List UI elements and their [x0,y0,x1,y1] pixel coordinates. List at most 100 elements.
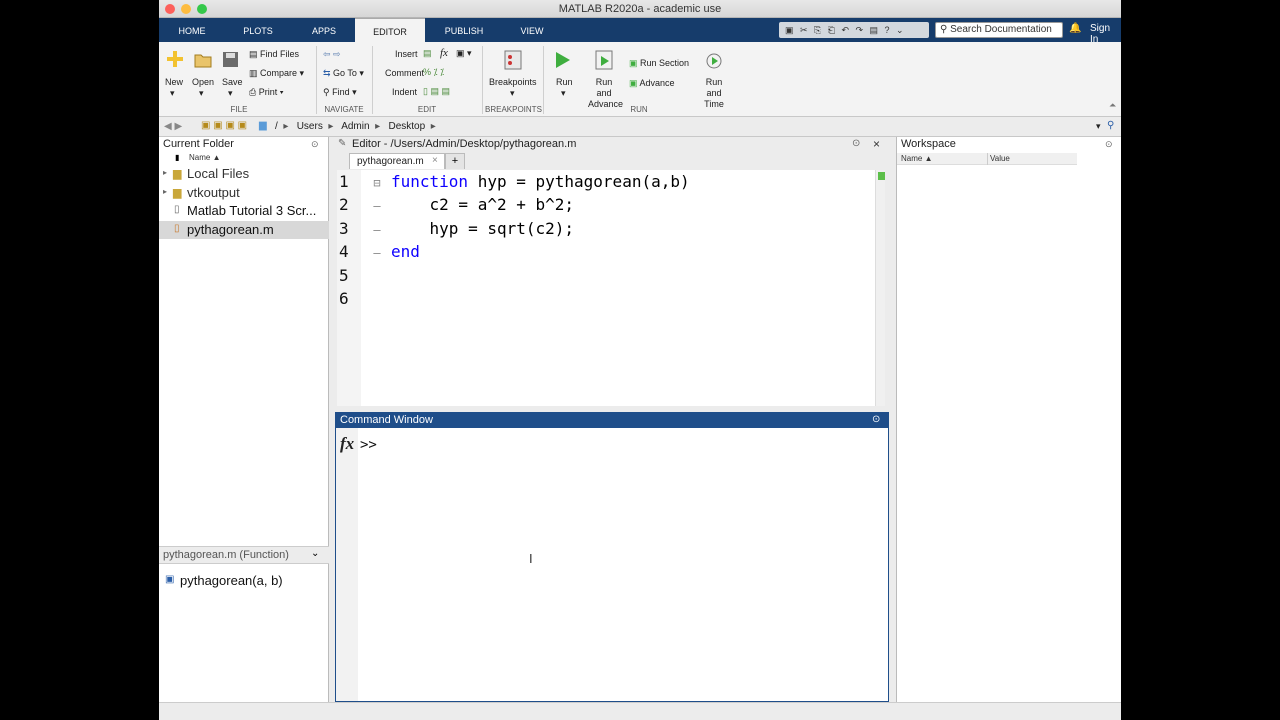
advance-icon: ▣ [629,78,640,88]
open-button[interactable]: Open [192,77,214,87]
column-header-value[interactable]: Value [990,154,1010,163]
breadcrumb-root[interactable]: / [275,121,278,132]
list-item-selected[interactable]: ▯ pythagorean.m [159,221,329,239]
breakpoints-button[interactable]: Breakpoints [489,77,537,87]
compare-button[interactable]: ▥ Compare ▾ [249,68,304,79]
tab-editor[interactable]: EDITOR [355,18,425,42]
editor-scrollbar[interactable] [875,170,885,406]
minimize-window-button[interactable] [181,4,191,14]
command-gutter [336,428,358,701]
current-folder-panel: Current Folder ⊙ ▮ Name ▲ ▸ ▆ Local File… [159,137,329,702]
code-line[interactable]: 3– hyp = sqrt(c2); [337,217,877,240]
comment-icon[interactable]: % ⁒ ⁒ [423,67,444,78]
advance-button[interactable]: ▣ Advance [629,78,675,89]
breadcrumb: / ▸ Users ▸ Admin ▸ Desktop ▸ [275,121,436,132]
folder-icon: ▆ [173,168,182,180]
comment-button[interactable]: Comment [385,68,424,78]
close-icon[interactable]: × [873,137,880,151]
find-button[interactable]: ⚲ Find ▾ [323,87,357,98]
go-to-button[interactable]: ⇆ Go To ▾ [323,68,364,79]
run-dropdown-icon[interactable]: ▾ [561,88,566,99]
tab-plots[interactable]: PLOTS [233,18,283,42]
code-line[interactable]: 1 ⊟ function hyp = pythagorean(a,b) [337,170,877,193]
list-item[interactable]: ▸ ▆ vtkoutput [159,184,329,202]
file-icon: ▯ [174,204,180,215]
code-area[interactable]: 1 ⊟ function hyp = pythagorean(a,b) 2– c2 … [337,170,885,406]
code-analyzer-indicator[interactable] [878,172,885,180]
command-window[interactable]: Command Window ⊙ fx >> I [335,412,889,702]
breadcrumb-users[interactable]: Users [297,121,323,132]
list-item[interactable]: ▯ Matlab Tutorial 3 Scr... [159,202,329,220]
code-line[interactable]: 6 [337,287,877,310]
tab-close-icon[interactable]: × [432,155,438,166]
indent-button[interactable]: Indent [392,87,417,97]
close-window-button[interactable] [165,4,175,14]
editor-tab-pythagorean[interactable]: pythagorean.m × [349,153,445,169]
navigate-group-label: NAVIGATE [324,105,364,114]
save-button[interactable]: Save [222,77,243,87]
details-function-signature[interactable]: pythagorean(a, b) [180,573,283,588]
folder-search-icon[interactable]: ⚲ [1107,120,1114,131]
back-forward-nav-icon[interactable]: ◀ ▶ [164,121,182,132]
insert-function-icon[interactable]: fx [440,47,448,59]
details-header[interactable]: pythagorean.m (Function) ⌄ [159,546,329,564]
search-icon: ⚲ [940,24,948,35]
compare-icon: ▥ [249,68,261,78]
command-window-menu-icon[interactable]: ⊙ [872,414,880,425]
breadcrumb-desktop[interactable]: Desktop [388,121,425,132]
insert-section-icon[interactable]: ▤ [423,48,432,59]
folder-icon: ▆ [259,120,267,131]
window-title: MATLAB R2020a - academic use [558,3,722,15]
command-prompt: >> [360,437,377,453]
save-icon [223,52,238,67]
code-line[interactable]: 2– c2 = a^2 + b^2; [337,193,877,216]
editor-menu-icon[interactable]: ⊙ [852,138,860,149]
run-and-advance-icon [595,50,613,70]
find-files-button[interactable]: ▤ Find Files [249,49,299,60]
run-icon [556,52,570,68]
collapse-ribbon-icon[interactable]: ⏶ [1109,100,1116,111]
run-group-label: RUN [630,105,648,114]
search-placeholder: Search Documentation [950,24,1052,35]
quick-access-toolbar[interactable]: ▣ ✂ ⎘ ⎗ ↶ ↷ ▤ ? ⌄ [779,22,929,38]
chevron-down-icon[interactable]: ⌄ [311,548,319,559]
back-forward-icon[interactable]: ⇦ ⇨ [323,49,341,60]
folder-nav-icons[interactable]: ▣ ▣ ▣ ▣ [201,120,247,131]
new-tab-button[interactable]: + [445,153,465,169]
tab-publish[interactable]: PUBLISH [437,18,491,42]
column-header-name[interactable]: Name ▲ [901,154,932,163]
new-dropdown-icon[interactable]: ▾ [170,88,175,99]
insert-button[interactable]: Insert [395,49,418,59]
workspace-menu-icon[interactable]: ⊙ [1105,139,1113,150]
new-button[interactable]: New [165,77,183,87]
column-header-name[interactable]: Name ▲ [189,153,220,162]
run-and-advance-button[interactable]: Run and Advance [588,77,623,110]
function-icon: ▣ [165,574,175,585]
breadcrumb-admin[interactable]: Admin [341,121,369,132]
panel-menu-icon[interactable]: ⊙ [311,139,319,150]
code-line[interactable]: 5 [337,264,877,287]
list-item[interactable]: ▸ ▆ Local Files [159,165,329,183]
address-dropdown-icon[interactable]: ▾ [1096,121,1101,132]
insert-dropdown-icon[interactable]: ▣ ▾ [456,48,472,59]
indent-icons[interactable]: ▯ ▤ ▤ [423,86,450,97]
search-documentation-input[interactable]: ⚲ Search Documentation [935,22,1063,38]
run-section-button[interactable]: ▣ Run Section [629,58,689,69]
workspace-header-row: Name ▲ Value [897,153,1077,165]
open-dropdown-icon[interactable]: ▾ [199,88,204,99]
editor-ribbon: New ▾ Open ▾ Save ▾ ▤ Find Files ▥ Compa… [159,42,1121,117]
function-browser-fx-icon[interactable]: fx [340,434,354,454]
breakpoints-icon [504,50,522,70]
zoom-window-button[interactable] [197,4,207,14]
code-line[interactable]: 4– end [337,240,877,263]
tab-home[interactable]: HOME [167,18,217,42]
tab-view[interactable]: VIEW [509,18,555,42]
run-button[interactable]: Run [556,77,573,87]
save-dropdown-icon[interactable]: ▾ [228,88,233,99]
bell-icon[interactable]: 🔔 [1069,23,1081,34]
run-and-time-button[interactable]: Run and Time [697,77,731,110]
print-button[interactable]: ⎙ Print ▾ [249,87,284,98]
folder-icon: ▆ [173,187,182,199]
breakpoints-dropdown-icon[interactable]: ▾ [510,88,515,99]
tab-apps[interactable]: APPS [299,18,349,42]
